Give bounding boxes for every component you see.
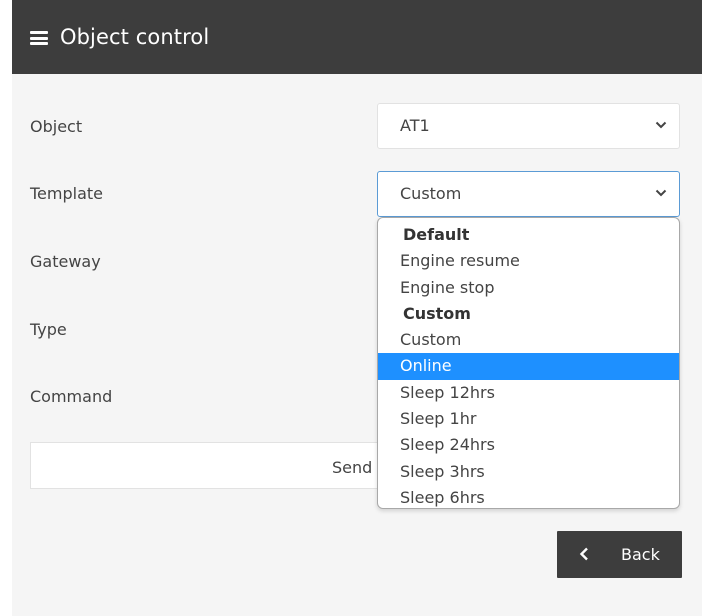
option-custom[interactable]: Custom bbox=[378, 327, 679, 353]
command-label: Command bbox=[30, 387, 113, 406]
chevron-left-icon bbox=[579, 547, 588, 561]
template-select[interactable]: Custom bbox=[377, 171, 680, 217]
option-group-custom: Custom bbox=[403, 303, 471, 323]
gateway-label: Gateway bbox=[30, 252, 101, 271]
option-sleep-24hrs[interactable]: Sleep 24hrs bbox=[378, 432, 679, 458]
object-select[interactable]: AT1 bbox=[377, 103, 680, 149]
page-title: Object control bbox=[60, 25, 210, 49]
object-select-value: AT1 bbox=[400, 116, 430, 135]
object-label: Object bbox=[30, 117, 83, 136]
back-button[interactable]: Back bbox=[557, 531, 682, 578]
hamburger-menu-icon[interactable] bbox=[30, 31, 48, 45]
option-sleep-6hrs[interactable]: Sleep 6hrs bbox=[378, 485, 679, 508]
option-online[interactable]: Online bbox=[378, 353, 679, 380]
app-header: Object control bbox=[12, 0, 702, 74]
type-label: Type bbox=[30, 320, 67, 339]
option-sleep-1hr[interactable]: Sleep 1hr bbox=[378, 406, 679, 432]
back-button-label: Back bbox=[621, 545, 660, 564]
option-engine-stop[interactable]: Engine stop bbox=[378, 275, 679, 301]
template-dropdown-list: Default Engine resume Engine stop Custom… bbox=[377, 217, 680, 509]
option-group-default: Default bbox=[403, 225, 470, 244]
chevron-down-icon bbox=[655, 121, 667, 129]
send-button-label: Send bbox=[332, 458, 373, 477]
template-select-value: Custom bbox=[400, 184, 462, 203]
option-engine-resume[interactable]: Engine resume bbox=[378, 248, 679, 274]
chevron-down-icon bbox=[655, 189, 667, 197]
option-sleep-12hrs[interactable]: Sleep 12hrs bbox=[378, 380, 679, 406]
template-label: Template bbox=[30, 184, 104, 203]
option-sleep-3hrs[interactable]: Sleep 3hrs bbox=[378, 459, 679, 485]
